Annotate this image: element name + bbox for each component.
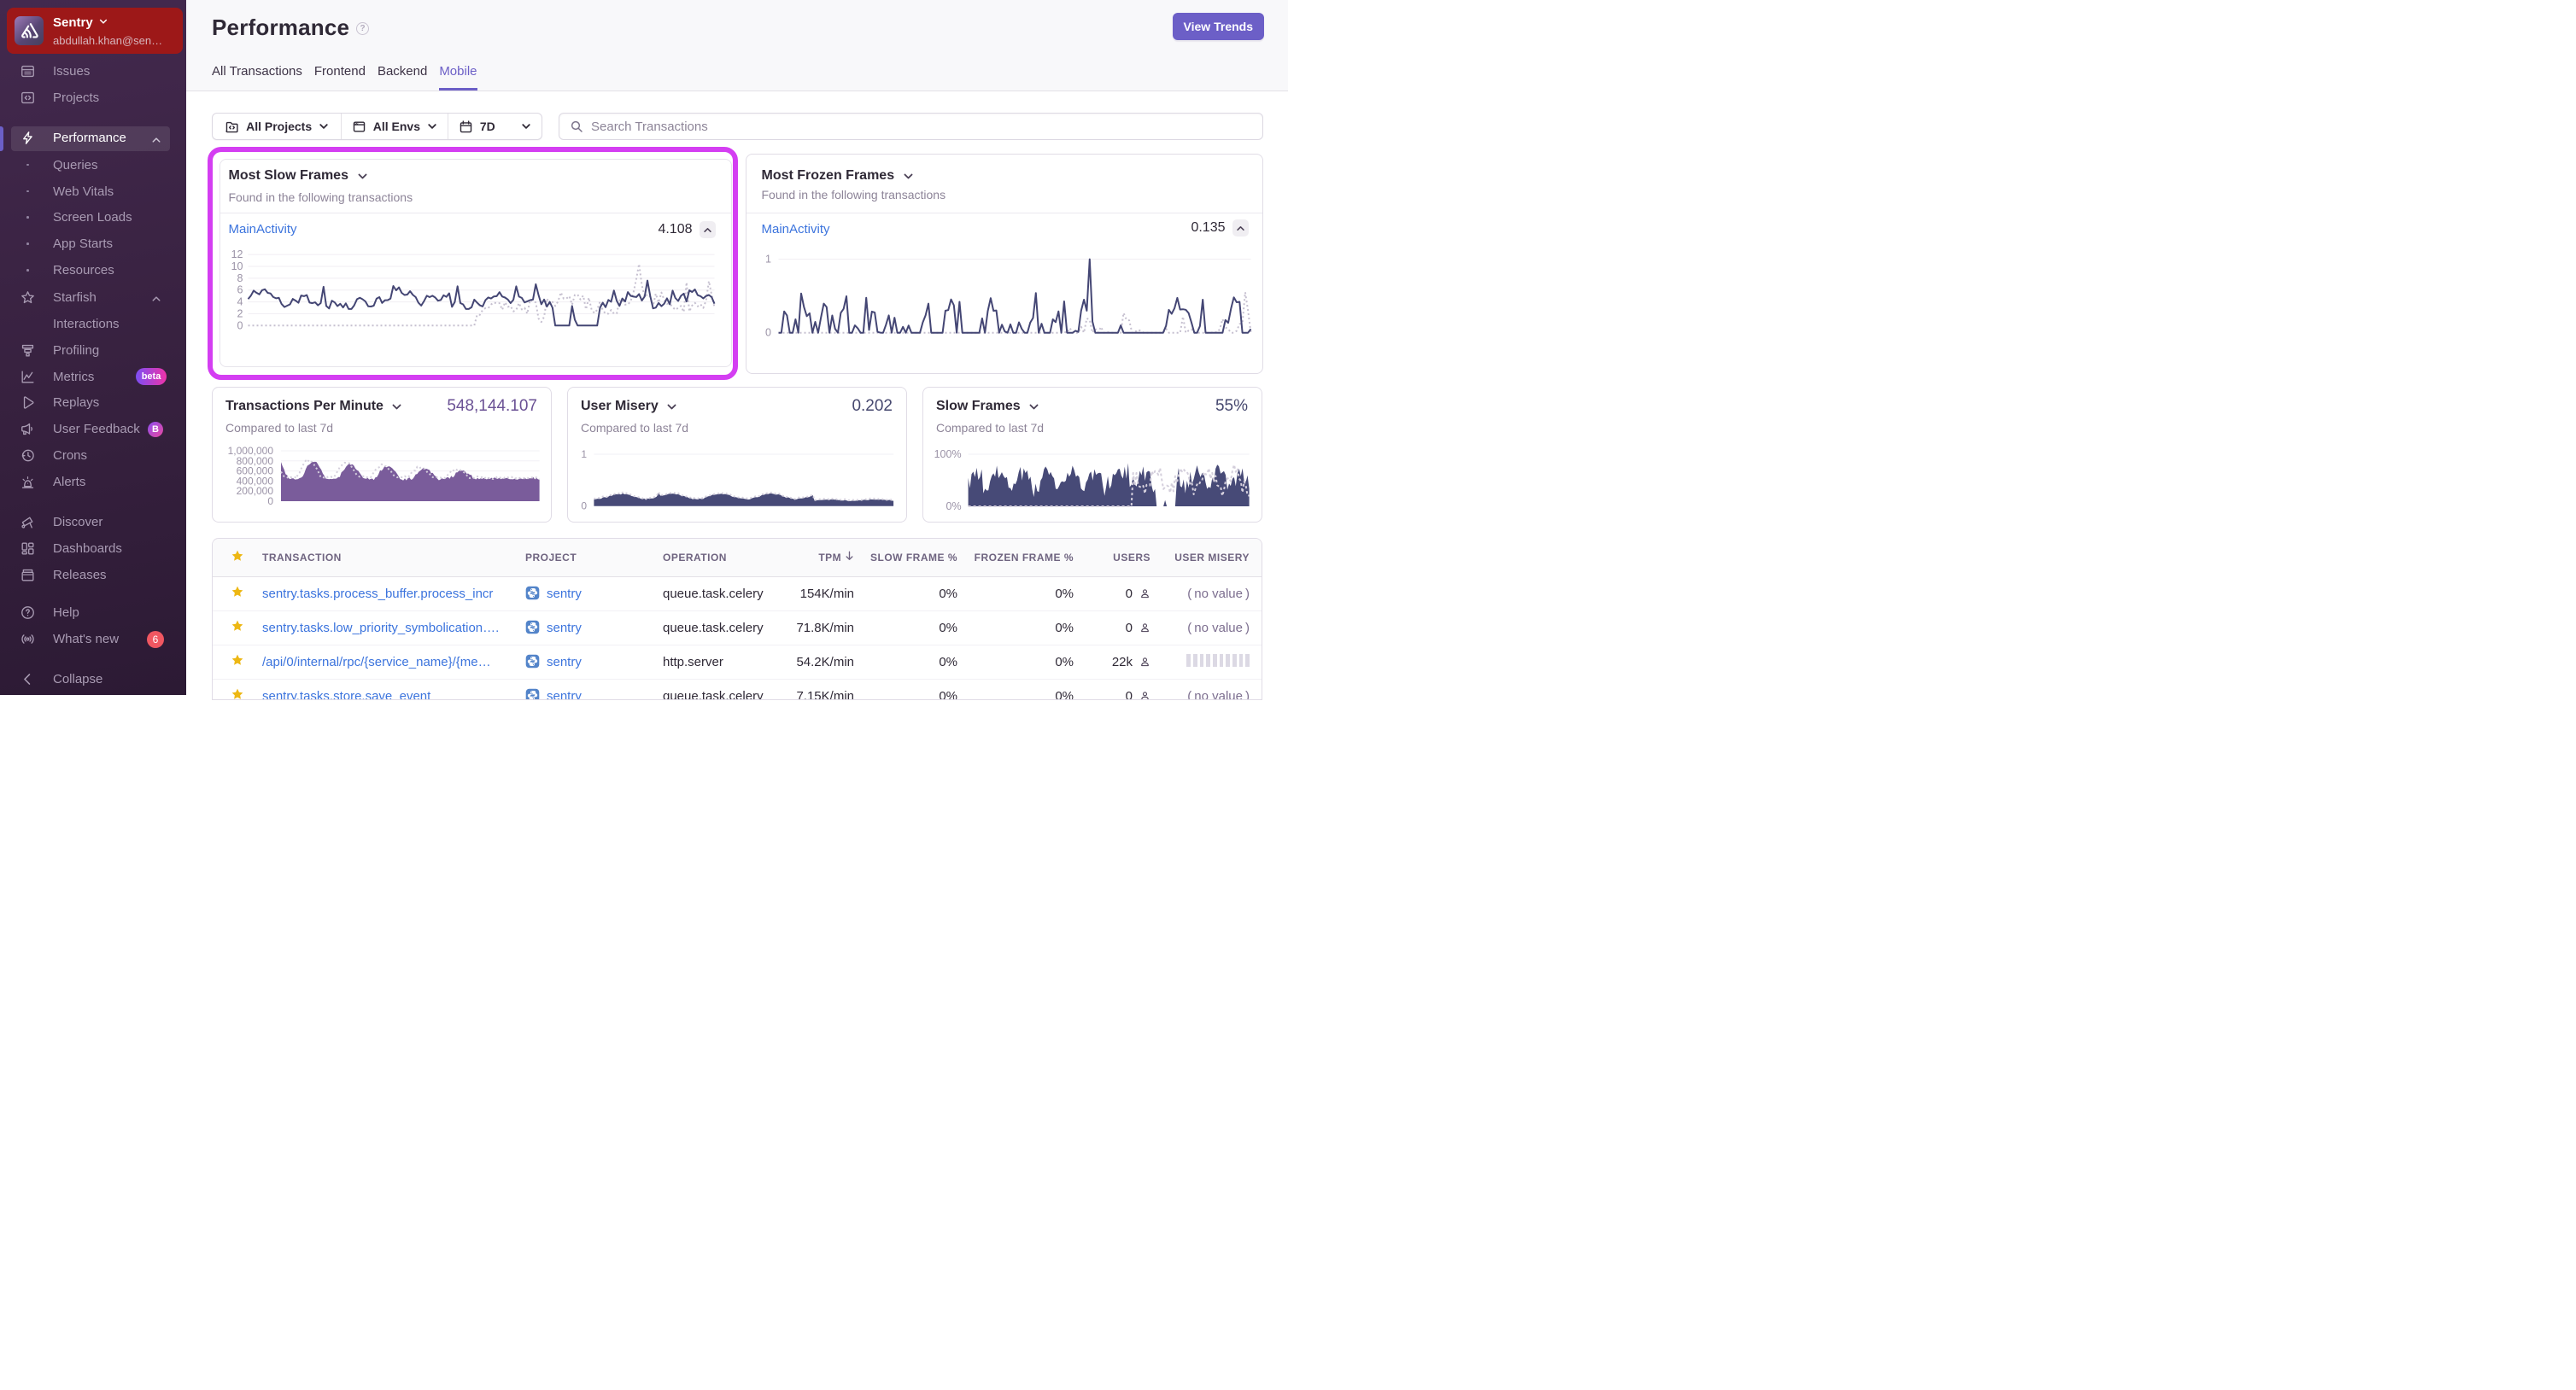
svg-text:12: 12 bbox=[231, 248, 243, 260]
svg-text:0: 0 bbox=[581, 500, 587, 512]
svg-text:0%: 0% bbox=[946, 500, 962, 512]
svg-text:0: 0 bbox=[267, 495, 273, 507]
svg-text:2: 2 bbox=[237, 307, 243, 319]
svg-text:4: 4 bbox=[237, 296, 243, 308]
svg-text:0: 0 bbox=[765, 327, 771, 339]
svg-text:10: 10 bbox=[231, 260, 243, 272]
svg-text:0: 0 bbox=[237, 319, 243, 331]
svg-text:6: 6 bbox=[237, 284, 243, 296]
svg-text:100%: 100% bbox=[934, 448, 962, 460]
svg-text:8: 8 bbox=[237, 272, 243, 284]
svg-text:1: 1 bbox=[581, 448, 587, 460]
svg-text:1: 1 bbox=[765, 254, 771, 266]
